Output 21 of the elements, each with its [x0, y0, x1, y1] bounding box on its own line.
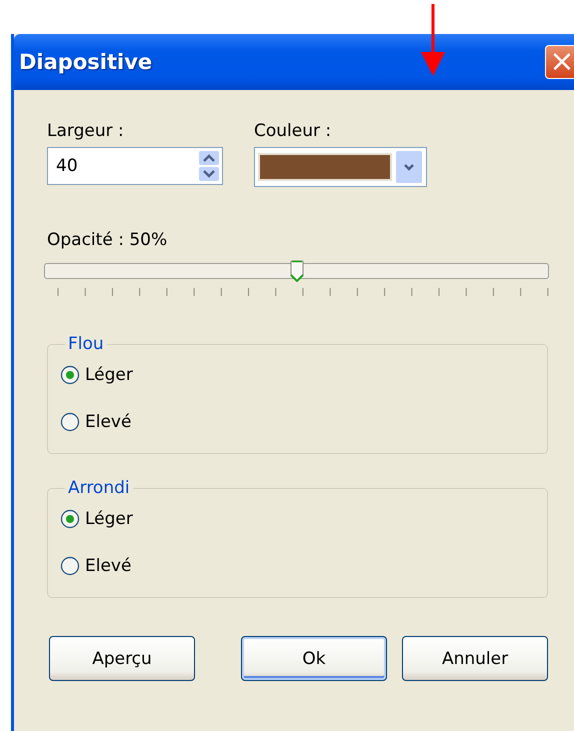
opacity-label: Opacité : 50% — [47, 229, 168, 251]
radio-button[interactable] — [60, 509, 80, 529]
annotation-arrow — [420, 4, 446, 76]
dialog-button[interactable]: Ok — [241, 636, 387, 681]
spin-field[interactable]: 40 — [47, 147, 223, 185]
dialog-button[interactable]: Aperçu — [49, 636, 195, 681]
field-label: Couleur : — [254, 120, 332, 142]
group-title: Flou — [67, 334, 105, 354]
field-label: Largeur : — [47, 120, 125, 142]
radio-button[interactable] — [60, 365, 80, 385]
radio-button[interactable] — [60, 412, 80, 432]
group-title: Arrondi — [67, 478, 131, 498]
dialog-button[interactable]: Annuler — [402, 636, 548, 681]
radio-option[interactable]: Léger — [60, 508, 133, 530]
slider-thumb[interactable] — [290, 260, 304, 282]
colour-dropdown[interactable] — [254, 147, 427, 187]
radio-option[interactable]: Elevé — [60, 411, 132, 433]
radio-button[interactable] — [60, 556, 80, 576]
radio-option[interactable]: Léger — [60, 364, 133, 386]
window-title: Diapositive — [19, 50, 152, 74]
radio-option[interactable]: Elevé — [60, 555, 132, 577]
